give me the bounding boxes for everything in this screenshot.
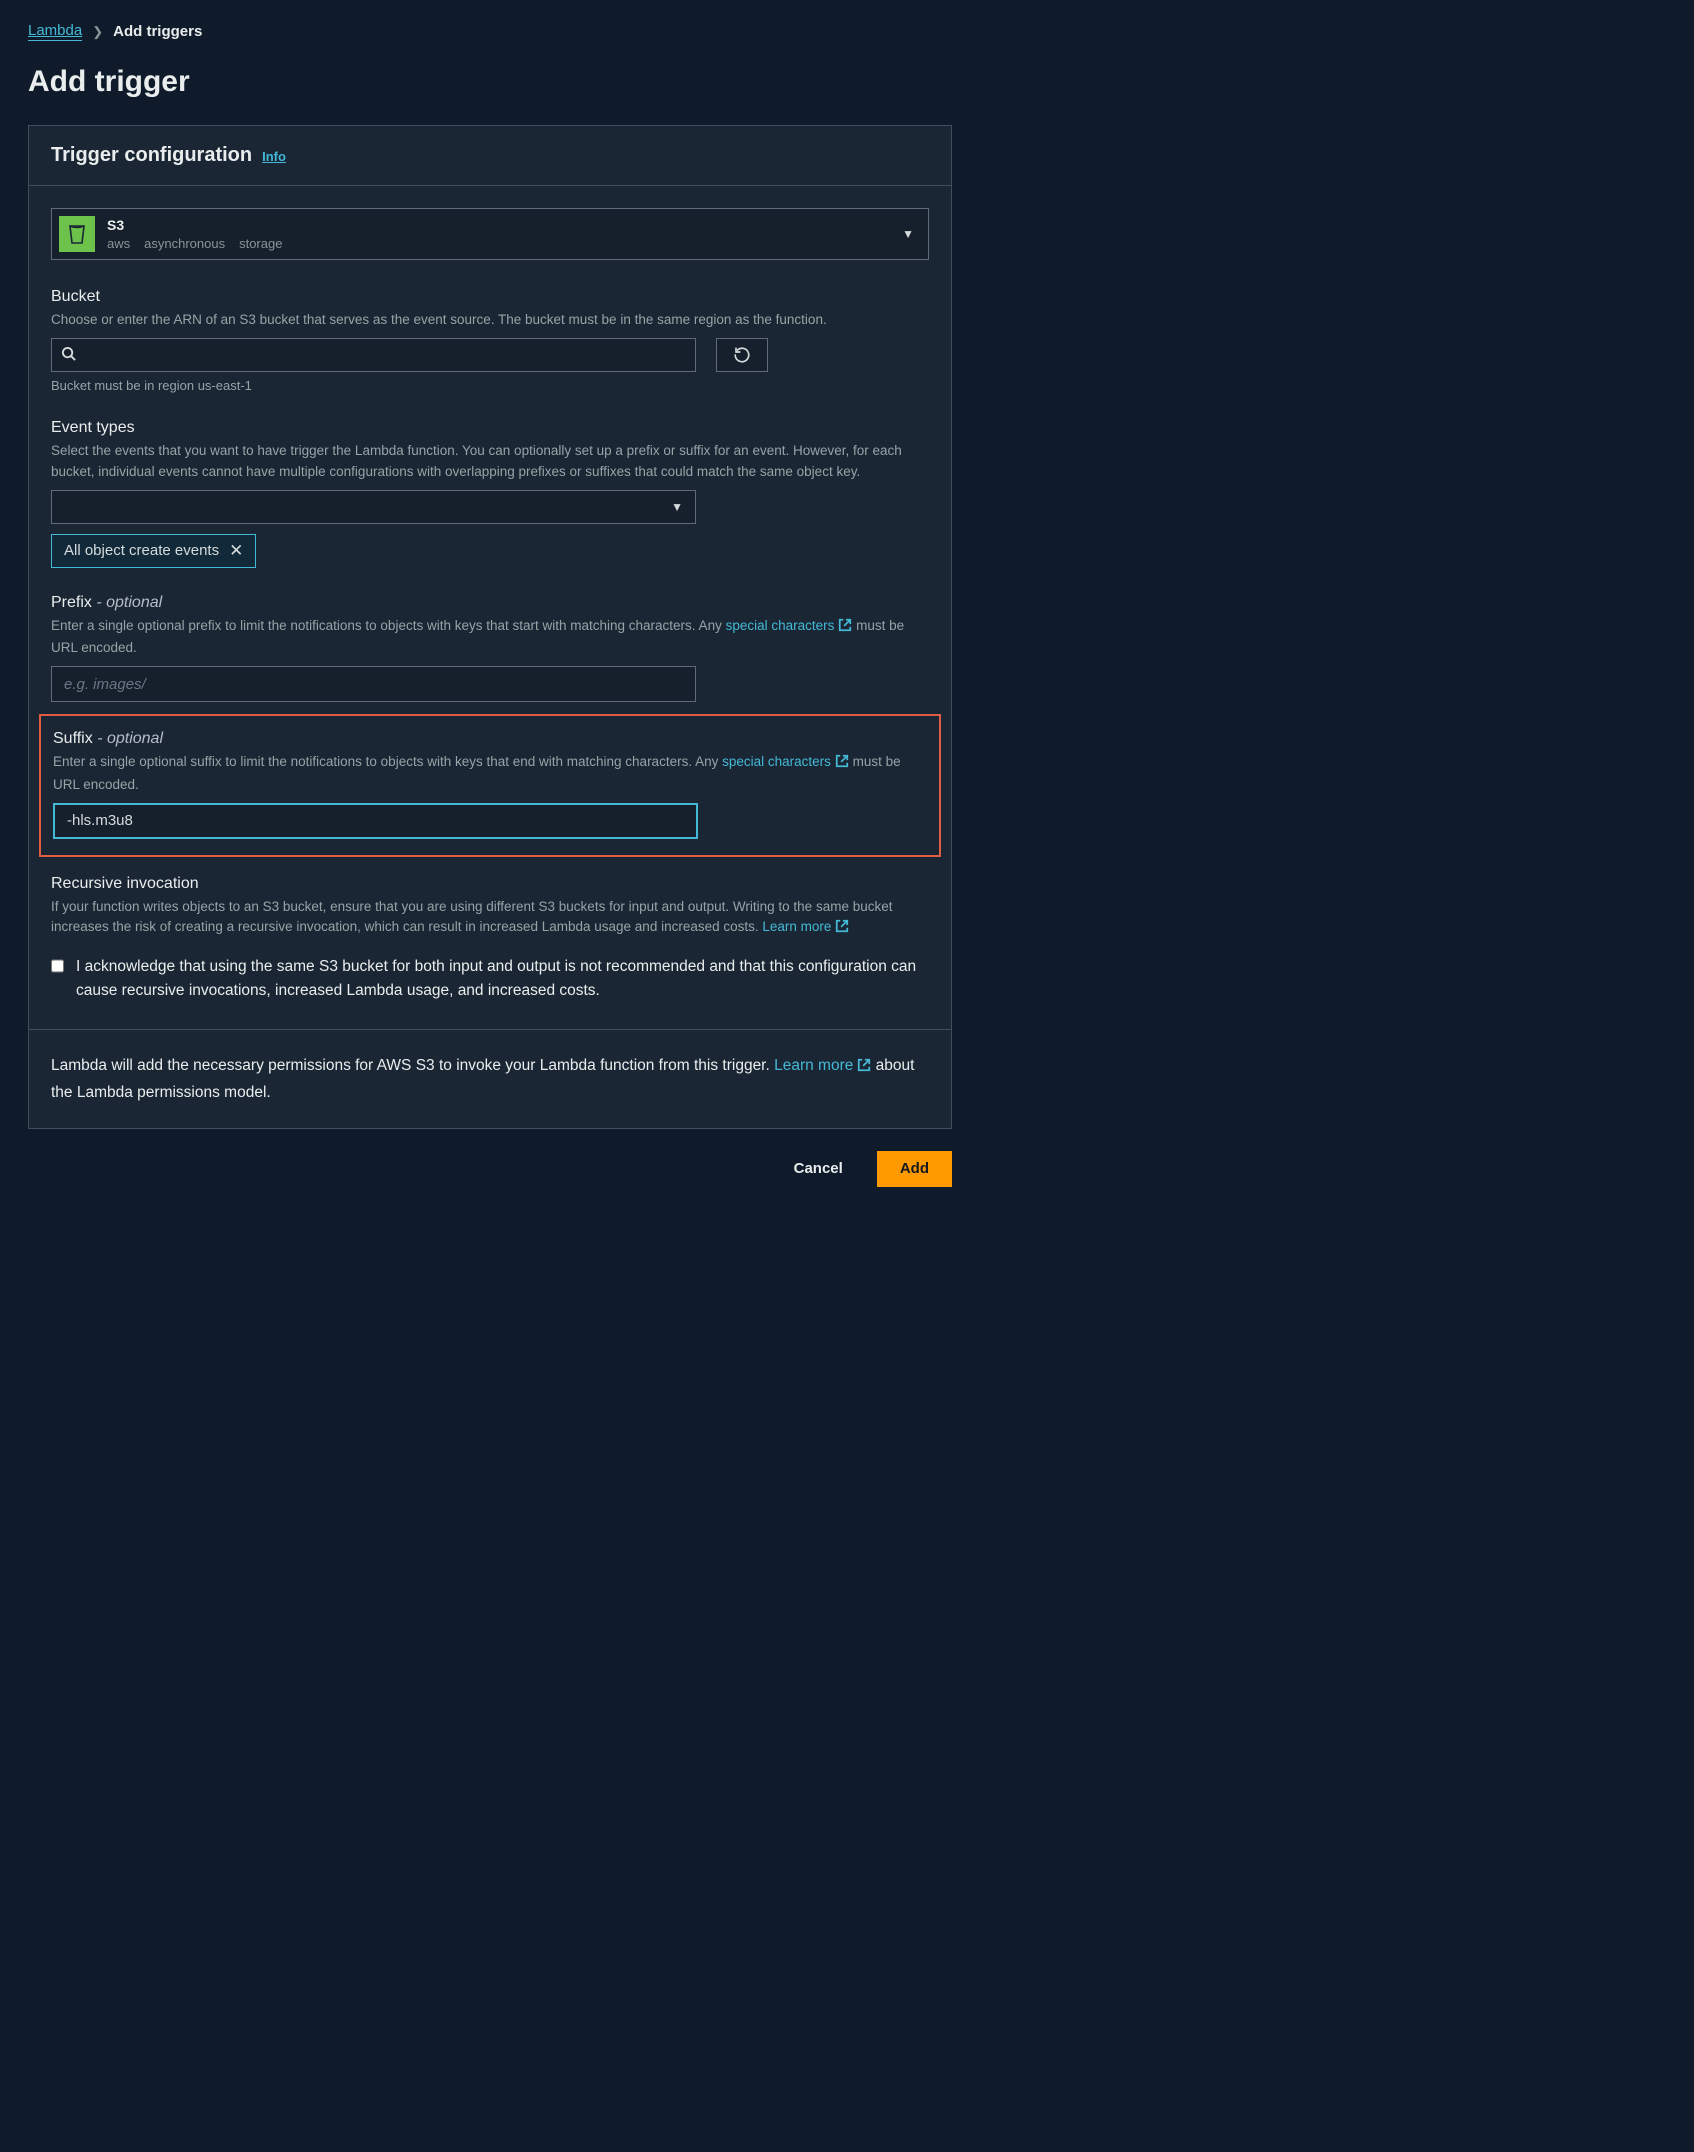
trigger-source-select[interactable]: S3 awsasynchronousstorage ▼: [51, 208, 929, 260]
external-link-icon: [857, 1056, 871, 1081]
event-types-field: Event types Select the events that you w…: [51, 419, 929, 568]
prefix-input[interactable]: [51, 666, 696, 702]
acknowledge-label[interactable]: I acknowledge that using the same S3 buc…: [76, 955, 929, 1003]
acknowledge-checkbox[interactable]: [51, 958, 64, 974]
panel-title: Trigger configuration: [51, 144, 252, 167]
bucket-field: Bucket Choose or enter the ARN of an S3 …: [51, 288, 929, 393]
footer-buttons: Cancel Add: [28, 1151, 952, 1187]
bucket-label: Bucket: [51, 288, 929, 306]
external-link-icon: [835, 919, 849, 939]
s3-icon: [59, 216, 95, 252]
chip-label: All object create events: [64, 542, 219, 559]
prefix-label: Prefix - optional: [51, 594, 929, 612]
external-link-icon: [838, 618, 852, 638]
source-title: S3: [107, 217, 890, 234]
special-characters-link[interactable]: special characters: [722, 754, 849, 769]
recursive-label: Recursive invocation: [51, 875, 929, 893]
caret-down-icon: ▼: [671, 500, 683, 514]
prefix-desc: Enter a single optional prefix to limit …: [51, 616, 929, 659]
trigger-config-panel: Trigger configuration Info S3 awsasynchr…: [28, 125, 952, 1129]
learn-more-link[interactable]: Learn more: [774, 1057, 871, 1074]
recursive-desc: If your function writes objects to an S3…: [51, 897, 929, 940]
refresh-button[interactable]: [716, 338, 768, 372]
breadcrumb-root-link[interactable]: Lambda: [28, 22, 82, 41]
suffix-highlight: Suffix - optional Enter a single optiona…: [39, 714, 941, 857]
cancel-button[interactable]: Cancel: [772, 1151, 865, 1187]
caret-down-icon: ▼: [902, 227, 914, 241]
bucket-desc: Choose or enter the ARN of an S3 bucket …: [51, 310, 929, 330]
learn-more-link[interactable]: Learn more: [762, 919, 849, 934]
source-tags: awsasynchronousstorage: [107, 236, 890, 251]
chip-remove-icon[interactable]: ✕: [229, 541, 243, 561]
breadcrumb-current: Add triggers: [113, 23, 202, 40]
suffix-label: Suffix - optional: [53, 730, 927, 748]
prefix-field: Prefix - optional Enter a single optiona…: [51, 594, 929, 703]
bucket-search-input[interactable]: [51, 338, 696, 372]
event-types-select[interactable]: ▼: [51, 490, 696, 524]
page-title: Add trigger: [28, 65, 952, 99]
breadcrumb: Lambda ❯ Add triggers: [28, 22, 952, 41]
event-types-label: Event types: [51, 419, 929, 437]
event-types-desc: Select the events that you want to have …: [51, 441, 929, 482]
recursive-field: Recursive invocation If your function wr…: [51, 875, 929, 1004]
suffix-field: Suffix - optional Enter a single optiona…: [53, 730, 927, 839]
add-button[interactable]: Add: [877, 1151, 952, 1187]
bucket-hint: Bucket must be in region us-east-1: [51, 378, 929, 393]
chevron-right-icon: ❯: [92, 24, 103, 40]
permissions-note: Lambda will add the necessary permission…: [51, 1054, 929, 1106]
search-icon: [61, 346, 76, 364]
separator: [29, 1029, 951, 1030]
special-characters-link[interactable]: special characters: [726, 618, 853, 633]
event-type-chip: All object create events ✕: [51, 534, 256, 568]
info-link[interactable]: Info: [262, 149, 286, 164]
external-link-icon: [835, 754, 849, 774]
suffix-desc: Enter a single optional suffix to limit …: [53, 752, 927, 795]
suffix-input[interactable]: [53, 803, 698, 839]
